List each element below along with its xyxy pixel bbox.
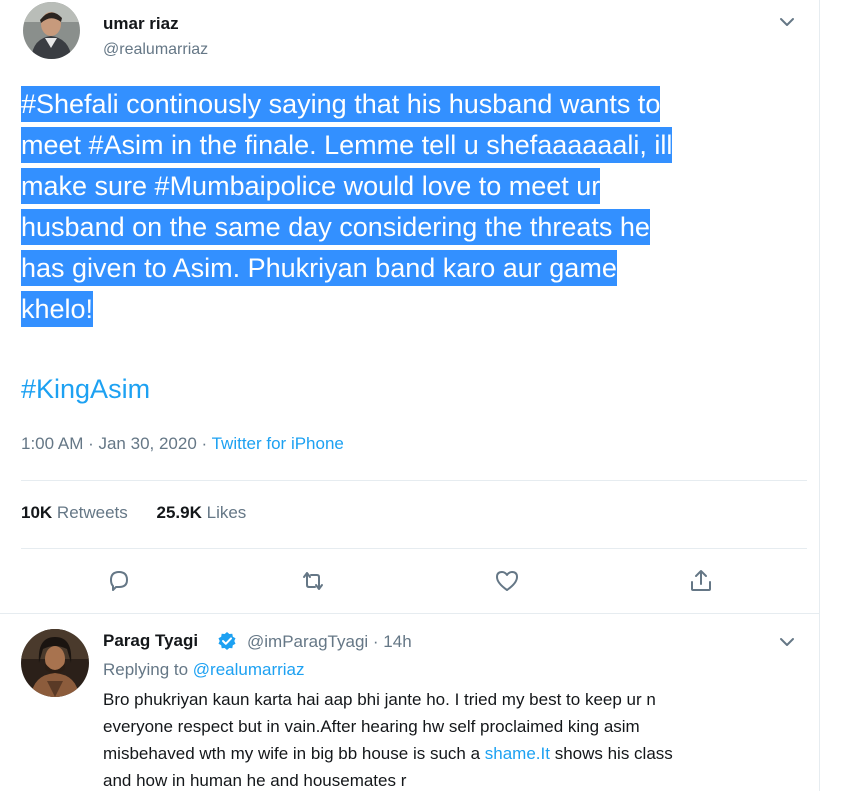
replying-to-mention[interactable]: @realumarriaz — [193, 660, 305, 679]
reply-text-line: everyone respect but in vain.After heari… — [103, 717, 640, 736]
divider — [21, 548, 807, 549]
tweet-source-link[interactable]: Twitter for iPhone — [212, 434, 344, 453]
divider — [21, 480, 807, 481]
likes-stat[interactable]: 25.9K Likes — [157, 503, 247, 522]
reply-link[interactable]: shame.It — [485, 744, 550, 763]
divider — [0, 613, 819, 614]
reply-author-handle[interactable]: @imParagTyagi · 14h — [247, 632, 412, 652]
likes-count: 25.9K — [156, 503, 202, 522]
tweet-text-line: meet #Asim in the finale. Lemme tell u s… — [21, 127, 673, 163]
likes-label: Likes — [201, 503, 247, 522]
reply-author-name[interactable]: Parag Tyagi — [103, 631, 198, 651]
reply-author-avatar[interactable] — [21, 629, 89, 697]
reply-text-line: shows his class — [549, 744, 673, 763]
replying-to: Replying to @realumarriaz — [103, 660, 305, 680]
tweet-text: #Shefali continously saying that his hus… — [21, 84, 801, 330]
like-icon[interactable] — [493, 567, 521, 595]
verified-badge-icon — [217, 631, 237, 651]
reply-text-line: Bro phukriyan kaun karta hai aap bhi jan… — [103, 690, 656, 709]
author-avatar[interactable] — [23, 2, 80, 59]
retweets-label: Retweets — [52, 503, 128, 522]
tweet-text-line: husband on the same day considering the … — [21, 209, 650, 245]
author-handle[interactable]: @realumarriaz — [103, 41, 208, 59]
tweet-stats: 10K Retweets 25.9K Likes — [21, 503, 270, 523]
tweet-text-line: has given to Asim. Phukriyan band karo a… — [21, 250, 617, 286]
tweet-detail-frame: umar riaz @realumarriaz #Shefali contino… — [0, 0, 820, 791]
reply-icon[interactable] — [105, 567, 133, 595]
tweet-text-line: #Shefali continously saying that his hus… — [21, 86, 661, 122]
tweet-timestamp[interactable]: 1:00 AM · Jan 30, 2020 · — [21, 434, 212, 453]
reply-text-line: misbehaved wth my wife in big bb house i… — [103, 744, 485, 763]
chevron-down-icon[interactable] — [777, 632, 797, 652]
replying-to-label: Replying to — [103, 660, 193, 679]
retweets-stat[interactable]: 10K Retweets — [21, 503, 128, 522]
tweet-text-line: khelo! — [21, 291, 94, 327]
author-name[interactable]: umar riaz — [103, 14, 179, 34]
tweet-text-line: make sure #Mumbaipolice would love to me… — [21, 168, 601, 204]
share-icon[interactable] — [687, 567, 715, 595]
retweets-count: 10K — [21, 503, 53, 522]
retweet-icon[interactable] — [299, 567, 327, 595]
reply-text: Bro phukriyan kaun karta hai aap bhi jan… — [103, 686, 793, 794]
chevron-down-icon[interactable] — [777, 12, 797, 32]
reply-text-line: and how in human he and housemates r — [103, 771, 407, 790]
hashtag-link[interactable]: #KingAsim — [21, 374, 150, 405]
tweet-meta: 1:00 AM · Jan 30, 2020 · Twitter for iPh… — [21, 434, 344, 454]
